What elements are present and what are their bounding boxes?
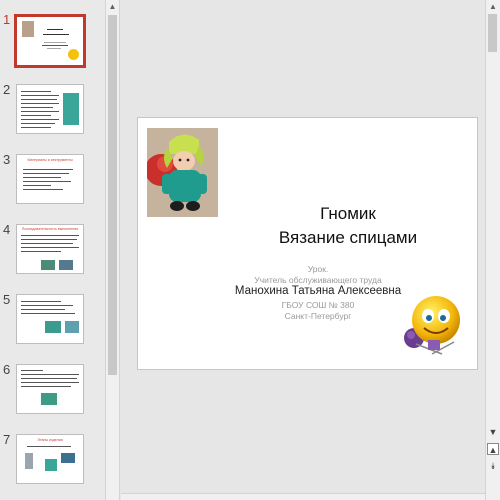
next-slide-icon[interactable]: ⯯ <box>487 460 499 472</box>
thumbnail-slide-5[interactable] <box>16 294 84 344</box>
editor-scrollbar[interactable]: ▲ ▼ ▲ ⯯ <box>485 0 500 500</box>
thumbnail-slide-4[interactable]: Последовательность выполнения <box>16 224 84 274</box>
smiley-knitting-icon <box>396 288 466 358</box>
slide-editor: Гномик Вязание спицами Урок. Учитель обс… <box>121 0 485 500</box>
editor-bottom-bar <box>121 493 485 500</box>
slide-number-6: 6 <box>3 362 11 377</box>
scroll-up-icon[interactable]: ▲ <box>486 0 500 14</box>
scroll-down-icon[interactable]: ▼ <box>487 426 499 438</box>
thumbnail-slide-2[interactable] <box>16 84 84 134</box>
thumbnail-slide-6[interactable] <box>16 364 84 414</box>
scroll-up-icon[interactable]: ▲ <box>106 0 119 13</box>
slide-title-line-2: Вязание спицами <box>278 228 418 247</box>
slide-number-7: 7 <box>3 432 11 447</box>
thumbnail-title: Последовательность выполнения <box>21 227 79 231</box>
thumbnail-photo <box>22 21 34 37</box>
current-slide[interactable]: Гномик Вязание спицами Урок. Учитель обс… <box>137 117 478 370</box>
scrollbar-thumb[interactable] <box>488 14 497 52</box>
scrollbar-thumb[interactable] <box>108 15 117 375</box>
slide-title-line-1: Гномик <box>320 204 376 223</box>
smiley-icon <box>68 49 79 60</box>
thumbnail-title: Материалы и инструменты <box>27 158 73 162</box>
thumbnail-slide-1[interactable] <box>14 14 86 68</box>
subtitle-role: Учитель обслуживающего труда <box>254 275 382 285</box>
thumbnail-slide-7[interactable]: Этапы изделия <box>16 434 84 484</box>
slide-number-4: 4 <box>3 222 11 237</box>
slide-number-5: 5 <box>3 292 11 307</box>
thumbnail-title: Этапы изделия <box>37 438 63 442</box>
thumbnail-scrollbar[interactable]: ▲ <box>105 0 120 500</box>
slide-number-3: 3 <box>3 152 11 167</box>
slide-number-1: 1 <box>3 12 11 27</box>
slide-number-2: 2 <box>3 82 11 97</box>
slide-thumbnail-panel: 1 2 3 Материалы и инструменты 4 Последов… <box>0 0 105 500</box>
thumbnail-slide-3[interactable]: Материалы и инструменты <box>16 154 84 204</box>
prev-slide-icon[interactable]: ▲ <box>487 443 499 455</box>
gnome-photo <box>147 128 218 217</box>
thumbnail-gnome-image <box>63 93 79 125</box>
subtitle-lesson: Урок. <box>307 264 329 274</box>
